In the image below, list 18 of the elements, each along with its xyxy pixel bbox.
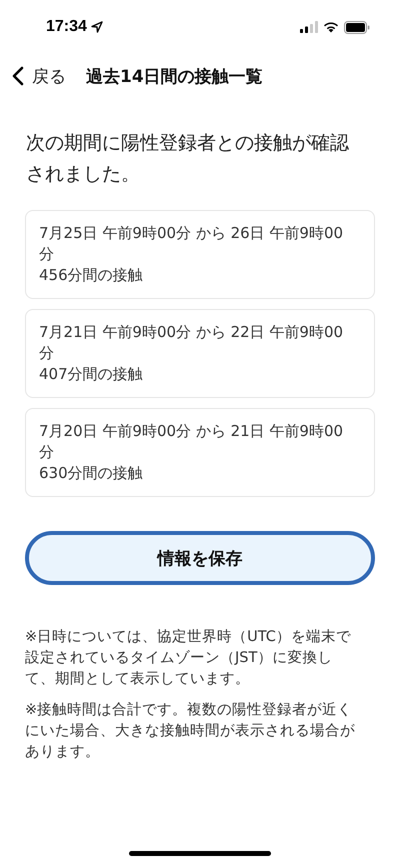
- note-text: ※日時については、協定世界時（UTC）を端末で設定されているタイムゾーン（JST）に変換して、期間として表示しています。: [25, 628, 352, 689]
- page-title: 過去14日間の接触一覧: [86, 66, 263, 88]
- contact-period: 7月20日 午前9時00分 から 21日 午前9時00分: [39, 421, 344, 463]
- intro-text: 次の期間に陽性登録者との接触が確認されました。: [26, 131, 350, 187]
- note-text: ※接触時間は合計です。複数の陽性登録者が近くにいた場合、大きな接触時間が表示される場合があります。: [25, 700, 356, 762]
- contact-duration: 407分間の接触: [39, 364, 144, 385]
- chevron-left-icon: [12, 66, 24, 86]
- contact-period: 7月21日 午前9時00分 から 22日 午前9時00分: [39, 322, 344, 364]
- location-arrow-icon: [90, 21, 103, 33]
- signal-icon: [300, 21, 318, 33]
- battery-icon: [344, 20, 370, 34]
- status-time: 17:34: [46, 18, 87, 36]
- save-button[interactable]: 情報を保存: [25, 531, 375, 585]
- contact-period: 7月25日 午前9時00分 から 26日 午前9時00分: [39, 223, 344, 265]
- contact-duration: 630分間の接触: [39, 463, 144, 484]
- contact-duration: 456分間の接触: [39, 265, 144, 286]
- back-button[interactable]: 戻る: [12, 64, 66, 88]
- wifi-icon: [323, 21, 339, 33]
